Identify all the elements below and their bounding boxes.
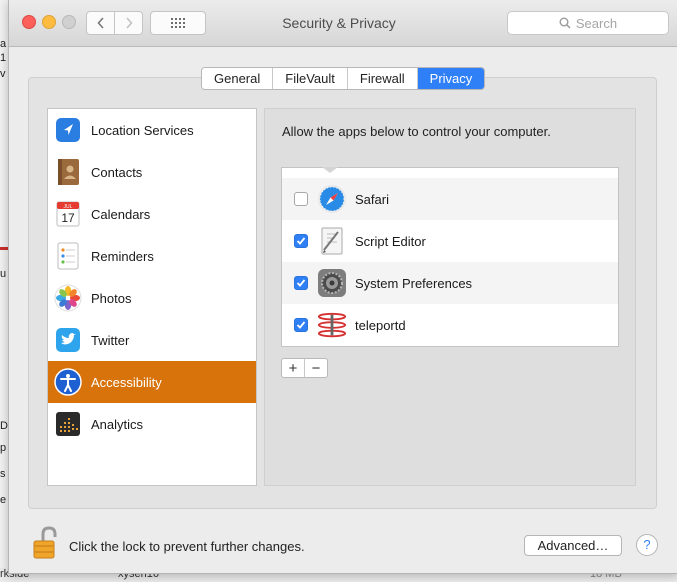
zoom-button[interactable]: [62, 15, 76, 29]
app-row-teleportd[interactable]: teleportd: [282, 304, 618, 346]
sidebar-item-label: Reminders: [91, 248, 154, 264]
sidebar-item-calendars[interactable]: JUL 17 Calendars: [48, 193, 256, 235]
teleportd-icon: [317, 310, 347, 340]
reminders-list-icon: [54, 242, 82, 270]
tab-privacy[interactable]: Privacy: [417, 68, 485, 89]
add-remove-control: + −: [281, 358, 328, 378]
photos-flower-icon: [54, 284, 82, 312]
tab-filevault[interactable]: FileVault: [273, 68, 348, 89]
list-caret: [322, 167, 338, 173]
unlocked-padlock-icon: [33, 526, 57, 559]
app-checkbox-system-preferences[interactable]: [294, 276, 308, 290]
app-name: Safari: [355, 191, 389, 207]
app-checkbox-teleportd[interactable]: [294, 318, 308, 332]
tab-bar: General FileVault Firewall Privacy: [201, 67, 486, 90]
background-glyph: s: [0, 468, 6, 480]
sidebar-item-label: Photos: [91, 290, 132, 306]
app-checkbox-script-editor[interactable]: [294, 234, 308, 248]
allow-apps-description: Allow the apps below to control your com…: [282, 124, 551, 139]
lock-button[interactable]: [31, 526, 61, 560]
app-name: System Preferences: [355, 275, 473, 291]
sidebar-item-accessibility[interactable]: Accessibility: [48, 361, 256, 403]
sidebar-item-twitter[interactable]: Twitter: [48, 319, 256, 361]
sidebar-item-label: Calendars: [91, 206, 151, 222]
grid-icon: [171, 18, 185, 28]
sidebar-item-contacts[interactable]: Contacts: [48, 151, 256, 193]
back-button[interactable]: [86, 11, 115, 35]
sidebar-item-label: Contacts: [91, 164, 143, 180]
background-glyph: e: [0, 494, 7, 506]
sidebar-item-photos[interactable]: Photos: [48, 277, 256, 319]
chevron-left-icon: [96, 17, 104, 29]
calendar-month: JUL: [64, 204, 73, 210]
background-glyph: v: [0, 68, 6, 80]
app-row-safari[interactable]: Safari: [282, 178, 618, 220]
preferences-window: Security & Privacy Search General FileVa…: [8, 0, 677, 574]
system-preferences-gear-icon: [317, 268, 347, 298]
add-app-button[interactable]: +: [282, 359, 305, 377]
search-field[interactable]: Search: [507, 11, 669, 35]
app-name: teleportd: [355, 317, 406, 333]
checkmark-icon: [296, 321, 306, 329]
app-row-system-preferences[interactable]: System Preferences: [282, 262, 618, 304]
contacts-book-icon: [54, 158, 82, 186]
sidebar-item-label: Twitter: [91, 332, 130, 348]
script-editor-icon: [317, 226, 347, 256]
lock-description: Click the lock to prevent further change…: [69, 539, 305, 554]
search-placeholder: Search: [575, 15, 618, 31]
background-glyph: u: [0, 268, 7, 280]
chevron-right-icon: [125, 17, 133, 29]
sidebar-item-reminders[interactable]: Reminders: [48, 235, 256, 277]
search-icon: [559, 17, 571, 29]
window-title: Security & Privacy: [282, 15, 396, 31]
app-row-script-editor[interactable]: Script Editor: [282, 220, 618, 262]
title-bar: Security & Privacy Search: [9, 0, 677, 47]
accessibility-pane: Allow the apps below to control your com…: [264, 108, 636, 486]
sidebar-item-label: Analytics: [91, 416, 144, 432]
app-checkbox-safari[interactable]: [294, 192, 308, 206]
tab-firewall[interactable]: Firewall: [347, 68, 418, 89]
background-glyph: p: [0, 442, 7, 454]
advanced-button[interactable]: Advanced…: [524, 535, 622, 556]
remove-app-button[interactable]: −: [305, 359, 327, 377]
sidebar-item-label: Location Services: [91, 122, 194, 138]
twitter-bird-icon: [54, 326, 82, 354]
calendar-day: 17: [61, 211, 75, 225]
sidebar-item-location-services[interactable]: Location Services: [48, 109, 256, 151]
checkmark-icon: [296, 279, 306, 287]
close-button[interactable]: [22, 15, 36, 29]
background-glyph: a: [0, 38, 7, 50]
show-all-button[interactable]: [150, 11, 206, 35]
checkmark-icon: [296, 237, 306, 245]
analytics-grid-icon: [54, 410, 82, 438]
background-glyph: 1: [0, 52, 7, 64]
forward-button[interactable]: [114, 11, 143, 35]
privacy-category-list: Location Services Contacts JUL 17 Calend…: [47, 108, 257, 486]
help-button[interactable]: ?: [636, 534, 658, 556]
accessibility-person-icon: [54, 368, 82, 396]
minimize-button[interactable]: [42, 15, 56, 29]
location-arrow-icon: [54, 116, 82, 144]
app-name: Script Editor: [355, 233, 426, 249]
calendar-icon: JUL 17: [54, 200, 82, 228]
tab-general[interactable]: General: [202, 68, 274, 89]
sidebar-item-analytics[interactable]: Analytics: [48, 403, 256, 445]
sidebar-item-label: Accessibility: [91, 374, 162, 390]
safari-compass-icon: [317, 184, 347, 214]
background-glyph: D: [0, 420, 8, 432]
app-list[interactable]: Safari Script Editor System Preferences: [281, 167, 619, 347]
